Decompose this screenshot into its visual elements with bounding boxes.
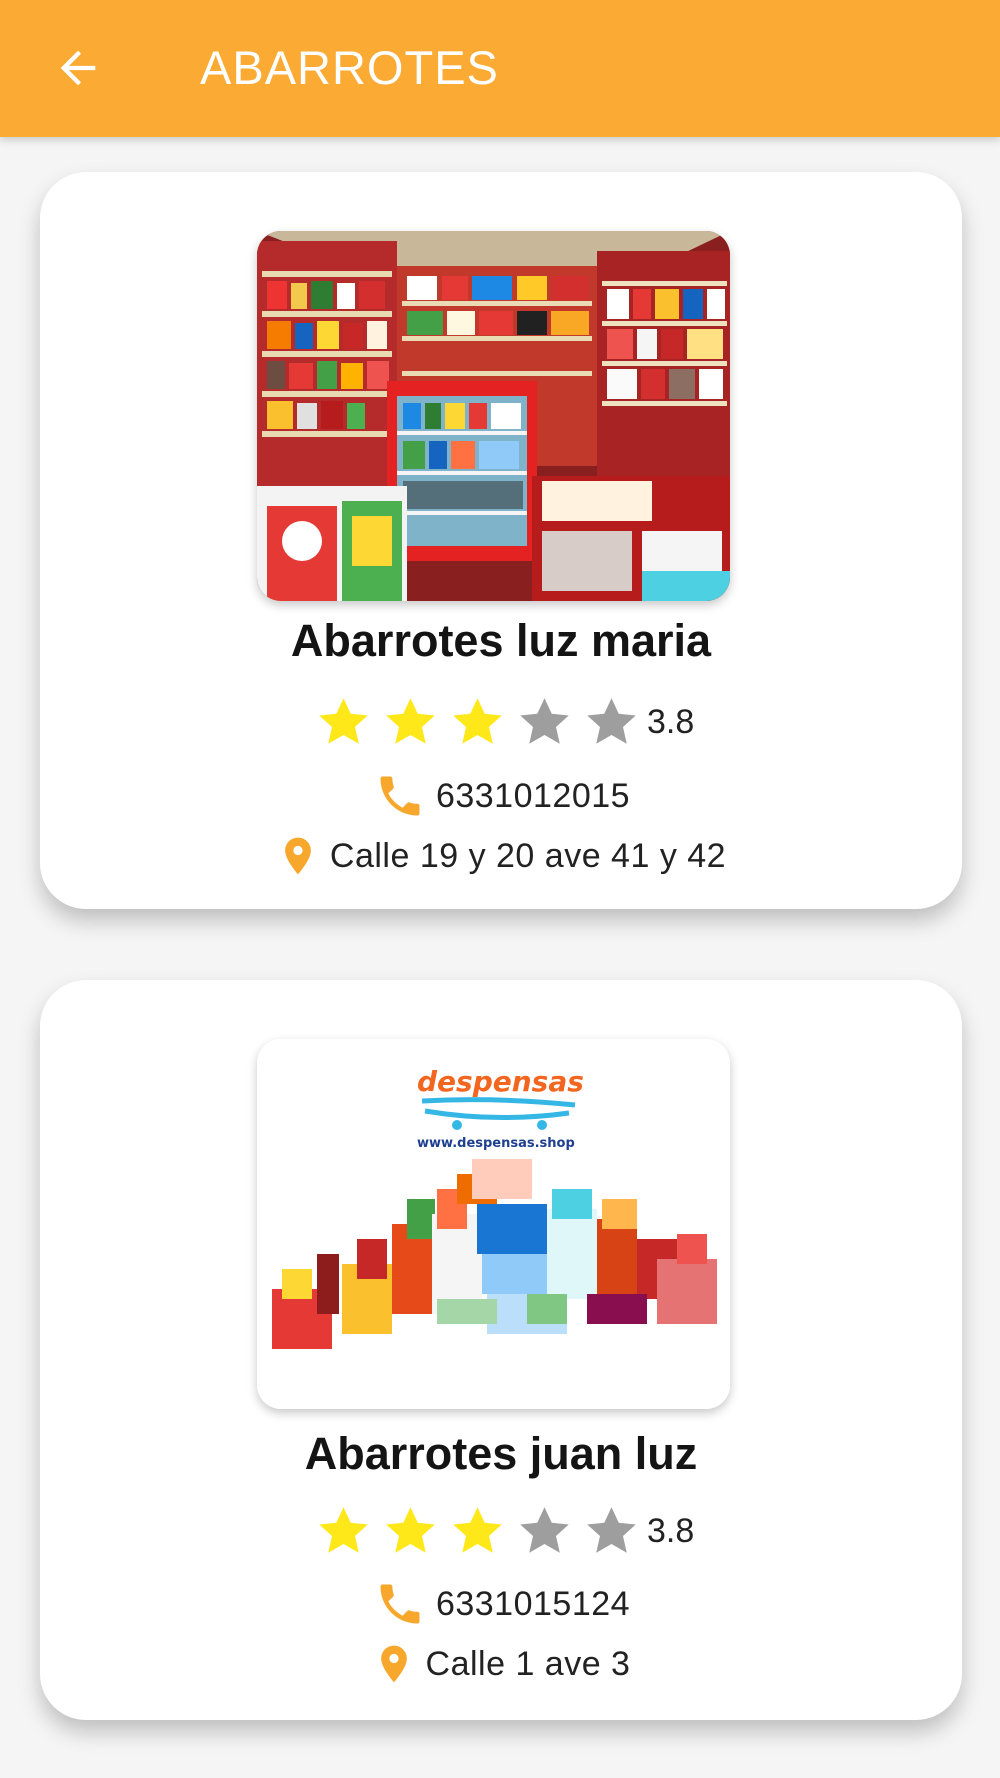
- rating-stars: 3.8: [310, 692, 694, 752]
- store-card[interactable]: Abarrotes luz maria 3.8 6331012015 Calle…: [40, 172, 962, 909]
- star-empty-icon: [520, 698, 569, 744]
- phone-icon: [380, 776, 420, 816]
- store-image: [257, 231, 730, 601]
- address-text: Calle 1 ave 3: [425, 1644, 631, 1683]
- star-filled-icon: [319, 1507, 368, 1553]
- address-text: Calle 19 y 20 ave 41 y 42: [329, 836, 727, 875]
- logo-url: www.despensas.shop: [417, 1136, 575, 1151]
- phone-icon: [380, 1584, 420, 1624]
- location-pin-icon: [285, 837, 311, 875]
- store-image: despensas www.despensas.shop: [257, 1039, 730, 1409]
- back-button[interactable]: [40, 30, 116, 106]
- phone-row[interactable]: 6331012015: [40, 770, 962, 822]
- star-empty-icon: [587, 698, 636, 744]
- phone-number: 6331015124: [435, 1584, 631, 1623]
- star-filled-icon: [386, 698, 435, 744]
- phone-row[interactable]: 6331015124: [40, 1578, 962, 1630]
- star-empty-icon: [587, 1507, 636, 1553]
- rating-stars: 3.8: [310, 1501, 694, 1561]
- star-filled-icon: [319, 698, 368, 744]
- star-filled-icon: [453, 698, 502, 744]
- store-name: Abarrotes juan luz: [304, 1428, 698, 1479]
- page-title: ABARROTES: [200, 41, 499, 94]
- arrow-left-icon: [60, 50, 96, 86]
- star-empty-icon: [520, 1507, 569, 1553]
- location-pin-icon: [380, 1645, 407, 1683]
- store-name: Abarrotes luz maria: [290, 615, 712, 666]
- star-filled-icon: [453, 1507, 502, 1553]
- address-row[interactable]: Calle 1 ave 3: [40, 1636, 962, 1692]
- store-card[interactable]: despensas www.despensas.shop Abarrotes j…: [40, 980, 962, 1720]
- phone-number: 6331012015: [435, 776, 631, 815]
- address-row[interactable]: Calle 19 y 20 ave 41 y 42: [40, 828, 962, 884]
- rating-value: 3.8: [647, 1511, 695, 1550]
- app-bar: ABARROTES: [0, 0, 1000, 137]
- star-filled-icon: [386, 1507, 435, 1553]
- logo-text: despensas: [417, 1065, 584, 1098]
- rating-value: 3.8: [647, 702, 695, 741]
